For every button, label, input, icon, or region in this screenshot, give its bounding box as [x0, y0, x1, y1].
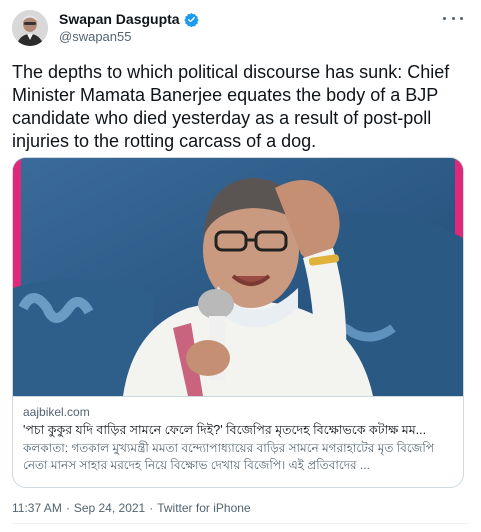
divider	[12, 523, 469, 524]
avatar[interactable]	[12, 10, 48, 46]
link-card-title: 'পচা কুকুর যদি বাড়ির সামনে ফেলে দিই?' ব…	[23, 423, 427, 437]
tweet-date[interactable]: Sep 24, 2021	[74, 501, 145, 515]
tweet-meta: 11:37 AM · Sep 24, 2021 · Twitter for iP…	[12, 501, 251, 515]
link-card-meta: aajbikel.com 'পচা কুকুর যদি বাড়ির সামনে…	[13, 396, 463, 487]
tweet-source[interactable]: Twitter for iPhone	[157, 501, 250, 515]
meta-separator: ·	[65, 501, 70, 515]
tweet-time[interactable]: 11:37 AM	[12, 501, 62, 515]
author-handle[interactable]: @swapan55	[59, 29, 131, 45]
author-display-name[interactable]: Swapan Dasgupta	[59, 10, 180, 28]
author-name-row: Swapan Dasgupta	[59, 10, 199, 28]
tweet-text: The depths to which political discourse …	[12, 62, 450, 151]
link-card-description: কলকাতা: গতকাল মুখ্যমন্ত্রী মমতা বন্দ্যোপ…	[23, 441, 434, 472]
meta-separator: ·	[149, 501, 154, 515]
link-card-image	[13, 158, 463, 396]
link-card-domain: aajbikel.com	[23, 405, 90, 419]
link-card[interactable]: aajbikel.com 'পচা কুকুর যদি বাড়ির সামনে…	[12, 157, 464, 488]
more-options-icon[interactable]	[443, 10, 463, 26]
avatar-image	[12, 10, 48, 46]
tweet: Swapan Dasgupta @swapan55 The depths to …	[0, 0, 481, 532]
verified-badge-icon	[183, 12, 199, 27]
